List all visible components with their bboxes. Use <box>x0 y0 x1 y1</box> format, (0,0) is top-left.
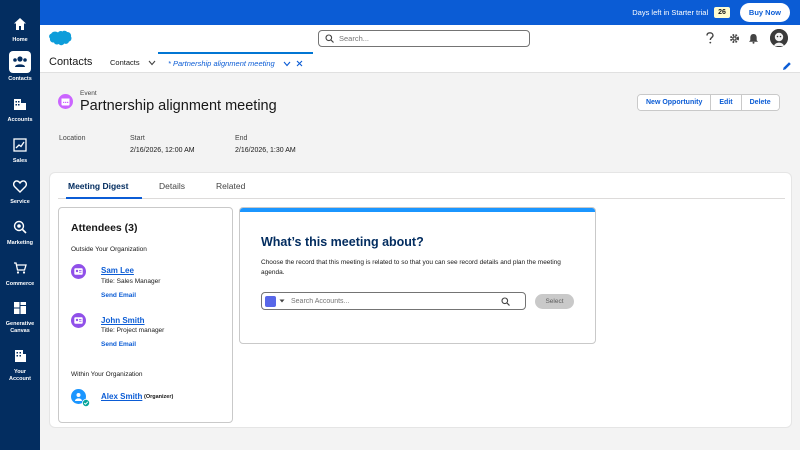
new-opportunity-button[interactable]: New Opportunity <box>638 95 712 110</box>
account-entity-icon[interactable] <box>265 295 276 307</box>
chevron-down-icon[interactable] <box>148 60 156 66</box>
rail-label: Service <box>10 199 30 205</box>
attendees-title: Attendees (3) <box>71 222 138 234</box>
nav-tab-label: Contacts <box>110 58 140 67</box>
attendee-title: Title: Sales Manager <box>101 278 161 285</box>
active-tab-indicator <box>66 197 142 199</box>
meeting-about-title: What’s this meeting about? <box>261 235 424 249</box>
tab-related[interactable]: Related <box>216 181 245 191</box>
app-nav-bar: Contacts Contacts * Partnership alignmen… <box>40 52 800 73</box>
trial-text: Days left in Starter trial <box>632 8 709 17</box>
buy-now-button[interactable]: Buy Now <box>739 3 790 22</box>
rail-item-service[interactable]: Service <box>0 176 40 206</box>
meeting-about-description: Choose the record that this meeting is r… <box>261 259 561 276</box>
marketing-icon <box>10 217 30 237</box>
user-avatar[interactable] <box>770 29 788 47</box>
record-actions: New Opportunity Edit Delete <box>637 94 780 111</box>
rail-item-contacts[interactable]: Contacts <box>0 51 40 83</box>
canvas-icon <box>10 298 30 318</box>
rail-item-generative-canvas[interactable]: Generative Canvas <box>0 298 40 335</box>
bell-icon[interactable] <box>747 32 759 44</box>
search-icon <box>501 296 510 306</box>
gear-icon[interactable] <box>728 32 740 44</box>
search-icon <box>325 34 334 43</box>
edit-button[interactable]: Edit <box>711 95 742 110</box>
rail-label: Your Account <box>9 369 31 382</box>
rail-item-marketing[interactable]: Marketing <box>0 217 40 247</box>
location-label: Location <box>59 135 86 142</box>
rail-item-accounts[interactable]: Accounts <box>0 94 40 124</box>
app-launcher-rail: Home Contacts Accounts Sales Service Mar… <box>0 0 40 450</box>
search-accounts-input[interactable] <box>291 297 501 305</box>
search-input[interactable] <box>339 34 519 43</box>
help-icon[interactable] <box>704 32 716 44</box>
rail-label: Sales <box>12 158 28 164</box>
delete-button[interactable]: Delete <box>741 95 779 110</box>
tab-details[interactable]: Details <box>159 181 185 191</box>
attendee-title: Title: Project manager <box>101 327 165 334</box>
send-email-link[interactable]: Send Email <box>101 292 136 299</box>
record-type: Event <box>80 90 97 97</box>
contacts-icon <box>9 51 31 73</box>
nav-tab-contacts[interactable]: Contacts <box>110 58 156 67</box>
edit-nav-pencil-icon[interactable] <box>782 58 792 70</box>
home-icon <box>10 14 30 34</box>
rail-item-sales[interactable]: Sales <box>0 135 40 165</box>
end-value: 2/16/2026, 1:30 AM <box>235 147 296 154</box>
outside-org-label: Outside Your Organization <box>71 246 147 253</box>
select-button[interactable]: Select <box>535 294 574 309</box>
global-search[interactable] <box>318 30 530 47</box>
attendee-name-link[interactable]: Alex Smith <box>101 392 142 401</box>
nav-tab-label: * Partnership alignment meeting <box>168 59 275 68</box>
nav-tab-partnership-meeting[interactable]: * Partnership alignment meeting <box>158 52 313 73</box>
chevron-down-icon[interactable] <box>279 298 285 304</box>
sales-icon <box>10 135 30 155</box>
event-icon <box>58 94 73 109</box>
record-tabs: Meeting Digest Details Related <box>58 173 785 199</box>
send-email-link[interactable]: Send Email <box>101 341 136 348</box>
contact-icon <box>71 313 86 328</box>
trial-banner: Days left in Starter trial 26 Buy Now <box>40 0 800 25</box>
account-icon <box>10 346 30 366</box>
contact-icon <box>71 264 86 279</box>
record-detail-card: Meeting Digest Details Related Attendees… <box>49 172 792 428</box>
rail-label: Generative Canvas <box>5 321 35 334</box>
start-value: 2/16/2026, 12:00 AM <box>130 147 195 154</box>
within-org-label: Within Your Organization <box>71 371 143 378</box>
check-icon <box>82 399 90 407</box>
attendees-card: Attendees (3) Outside Your Organization … <box>58 207 233 423</box>
rail-item-commerce[interactable]: Commerce <box>0 258 40 288</box>
salesforce-logo-icon[interactable] <box>48 30 72 47</box>
meeting-about-card: What’s this meeting about? Choose the re… <box>239 207 596 344</box>
organizer-tag: (Organizer) <box>144 394 174 400</box>
related-record-lookup[interactable] <box>261 292 526 310</box>
rail-label: Marketing <box>7 240 33 246</box>
page-title: Partnership alignment meeting <box>80 98 277 114</box>
global-header <box>40 25 800 52</box>
rail-label: Commerce <box>5 281 35 287</box>
rail-label: Home <box>12 37 28 43</box>
close-icon[interactable] <box>296 60 303 67</box>
rail-label: Accounts <box>7 117 33 123</box>
rail-item-your-account[interactable]: Your Account <box>0 346 40 383</box>
trial-days-badge: 26 <box>714 7 730 18</box>
end-label: End <box>235 135 248 142</box>
start-label: Start <box>130 135 145 142</box>
card-accent-bar <box>240 208 595 212</box>
chevron-down-icon[interactable] <box>283 61 291 67</box>
accounts-icon <box>10 94 30 114</box>
app-name: Contacts <box>49 56 93 68</box>
service-icon <box>10 176 30 196</box>
attendee-name-link[interactable]: Sam Lee <box>101 266 134 275</box>
cart-icon <box>10 258 30 278</box>
attendee-name-link[interactable]: John Smith <box>101 316 145 325</box>
tab-meeting-digest[interactable]: Meeting Digest <box>68 181 128 191</box>
rail-label: Contacts <box>8 76 32 82</box>
rail-item-home[interactable]: Home <box>0 14 40 44</box>
